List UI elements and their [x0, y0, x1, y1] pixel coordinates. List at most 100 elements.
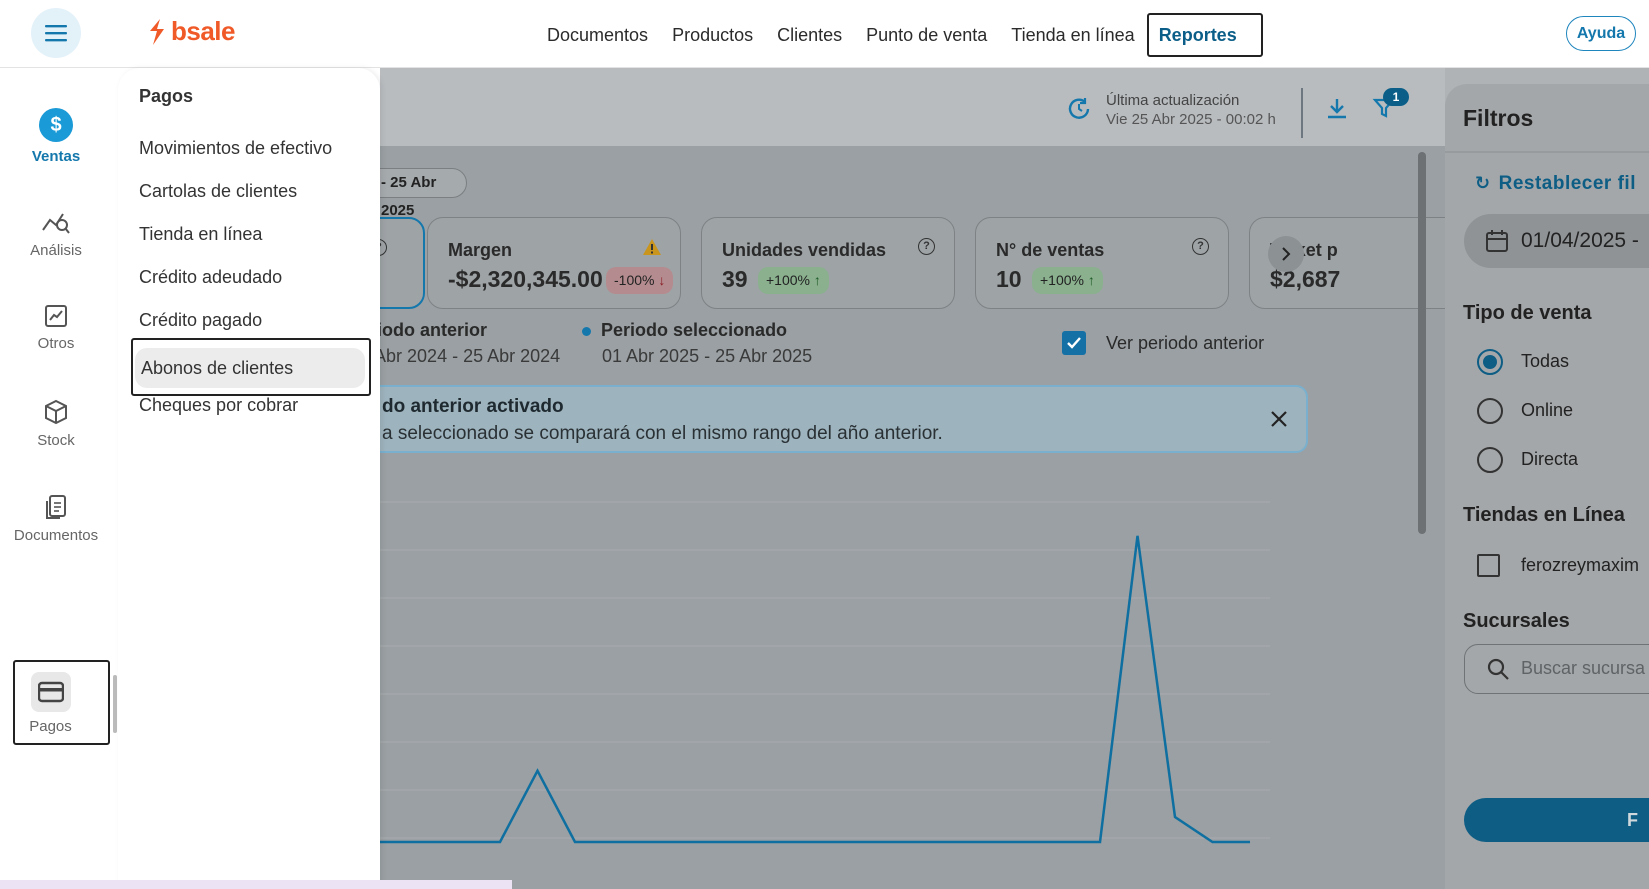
compare-toggle[interactable]: Ver periodo anterior	[1062, 331, 1264, 355]
carousel-next-button[interactable]	[1268, 236, 1304, 272]
nav-documentos[interactable]: Documentos	[535, 13, 660, 57]
help-button[interactable]: Ayuda	[1566, 16, 1636, 51]
rail-label: Pagos	[29, 718, 72, 735]
arrow-up-icon: ↑	[1087, 272, 1095, 288]
compare-checkbox[interactable]	[1062, 331, 1086, 355]
legend-dot	[582, 326, 591, 336]
help-icon[interactable]: ?	[918, 238, 935, 255]
kpi-card-hidden[interactable]: ?	[380, 217, 425, 309]
bottom-strip	[0, 880, 512, 889]
rail-item-otros[interactable]: Otros	[0, 303, 112, 352]
kpi-trend-badge: +100% ↑	[758, 267, 829, 294]
nav-punto-de-venta[interactable]: Punto de venta	[854, 13, 999, 57]
rail-label: Análisis	[30, 242, 82, 259]
submenu-item-tienda[interactable]: Tienda en línea	[139, 224, 262, 245]
card-icon-bg	[30, 672, 71, 712]
documents-icon	[46, 495, 66, 519]
nav-clientes[interactable]: Clientes	[765, 13, 854, 57]
radio-online[interactable]	[1477, 398, 1503, 424]
help-icon[interactable]: ?	[380, 239, 387, 256]
kpi-card-margen[interactable]: Margen -$2,320,345.00 -100% ↓	[427, 217, 681, 309]
submenu-item-cheques[interactable]: Cheques por cobrar	[139, 395, 298, 416]
kpi-card-unidades[interactable]: Unidades vendidas ? 39 +100% ↑	[701, 217, 955, 309]
rail-label: Ventas	[31, 148, 81, 165]
rail-scrollbar[interactable]	[113, 675, 117, 733]
last-update-value: Vie 25 Abr 2025 - 00:02 h	[1106, 111, 1276, 128]
nav-reportes[interactable]: Reportes	[1146, 13, 1263, 57]
submenu-item-cartolas[interactable]: Cartolas de clientes	[139, 181, 297, 202]
tienda-checkbox[interactable]	[1477, 554, 1500, 577]
box-icon	[45, 399, 67, 425]
pagos-submenu: Pagos Movimientos de efectivo Cartolas d…	[118, 68, 380, 889]
kpi-title: Unidades vendidas	[722, 240, 887, 260]
close-icon[interactable]	[1269, 409, 1289, 429]
kpi-trend-text: +100%	[1040, 272, 1084, 288]
radio-todas[interactable]	[1477, 349, 1503, 375]
refresh-icon: ↻	[1475, 173, 1491, 193]
nav-productos[interactable]: Productos	[660, 13, 765, 57]
date-range-chip[interactable]: - 25 Abr 2025	[380, 168, 467, 219]
legend-prev-title: eriodo anterior	[380, 320, 488, 340]
rail-item-ventas[interactable]: $ Ventas	[0, 108, 112, 165]
date-range-input[interactable]: 01/04/2025 -	[1464, 214, 1649, 268]
rail-label: Stock	[37, 432, 75, 449]
legend-prev-range: 1 Abr 2024 - 25 Abr 2024	[380, 346, 561, 366]
submenu-item-abonos[interactable]: Abonos de clientes	[131, 338, 371, 396]
radio-todas-label: Todas	[1521, 351, 1570, 371]
calendar-icon	[1486, 230, 1508, 252]
rail-item-analisis[interactable]: Análisis	[0, 208, 112, 259]
kpi-value: 39	[722, 266, 748, 292]
reset-filters-label: Restablecer fil	[1498, 173, 1636, 194]
help-icon[interactable]: ?	[1192, 238, 1209, 255]
chevron-right-icon	[1282, 247, 1291, 261]
search-icon	[1487, 658, 1509, 680]
tiendas-title: Tiendas en Línea	[1463, 504, 1625, 526]
kpi-title: N° de ventas	[996, 240, 1105, 260]
top-nav-bar: bsale Documentos Productos Clientes Punt…	[0, 0, 1649, 68]
date-range-value: 01/04/2025 -	[1521, 229, 1639, 252]
analytics-icon	[42, 213, 70, 234]
download-icon[interactable]	[1325, 96, 1349, 120]
kpi-value: -$2,320,345.00	[448, 266, 603, 292]
main-content: Última actualización Vie 25 Abr 2025 - 0…	[380, 68, 1445, 889]
arrow-up-icon: ↑	[813, 272, 821, 288]
compare-label: Ver periodo anterior	[1106, 332, 1265, 353]
sales-line-chart	[380, 501, 1270, 844]
arrow-down-icon: ↓	[658, 272, 666, 288]
logo-text: bsale	[171, 16, 236, 46]
kpi-card-ventas[interactable]: N° de ventas ? 10 +100% ↑	[975, 217, 1229, 309]
apply-filters-button[interactable]: F	[1464, 798, 1649, 842]
radio-directa[interactable]	[1477, 447, 1503, 473]
side-rail: $ Ventas Análisis Otros Stock Documentos…	[0, 68, 118, 889]
nav-tienda-en-linea[interactable]: Tienda en línea	[999, 13, 1146, 57]
submenu-item-label: Abonos de clientes	[135, 348, 365, 388]
dollar-icon: $	[39, 108, 73, 142]
submenu-item-credito-adeudado[interactable]: Crédito adeudado	[139, 267, 282, 288]
main-nav: Documentos Productos Clientes Punto de v…	[535, 13, 1263, 57]
filters-divider	[1445, 151, 1649, 153]
reset-filters-button[interactable]: ↻ Restablecer fil	[1475, 173, 1636, 195]
last-update: Última actualización Vie 25 Abr 2025 - 0…	[1066, 92, 1276, 128]
submenu-item-credito-pagado[interactable]: Crédito pagado	[139, 310, 262, 331]
kpi-title: Margen	[448, 240, 513, 260]
rail-item-documentos[interactable]: Documentos	[0, 493, 112, 544]
bsale-logo[interactable]: bsale	[147, 16, 236, 47]
radio-directa-label: Directa	[1521, 449, 1579, 469]
hamburger-icon	[45, 25, 67, 42]
filters-panel: Filtros ↻ Restablecer fil 01/04/2025 - Ti…	[1445, 68, 1649, 889]
rail-item-pagos[interactable]: Pagos	[13, 660, 110, 745]
alert-body: a seleccionado se comparará con el mismo…	[382, 423, 943, 444]
submenu-item-movimientos[interactable]: Movimientos de efectivo	[139, 138, 332, 159]
card-icon	[37, 681, 64, 703]
kpi-value: 10	[996, 266, 1022, 292]
filter-count-badge: 1	[1383, 88, 1409, 106]
last-update-label: Última actualización	[1106, 92, 1240, 109]
legend-previous-period: eriodo anterior 1 Abr 2024 - 25 Abr 2024	[380, 320, 560, 367]
rail-item-stock[interactable]: Stock	[0, 398, 112, 449]
refresh-clock-icon	[1068, 98, 1090, 119]
legend-sel-range: 01 Abr 2025 - 25 Abr 2025	[602, 346, 813, 366]
kpi-trend-text: +100%	[766, 272, 810, 288]
menu-toggle-button[interactable]	[31, 8, 81, 58]
main-scrollbar[interactable]	[1418, 152, 1426, 534]
sucursales-search-input[interactable]: Buscar sucursa	[1464, 644, 1649, 694]
